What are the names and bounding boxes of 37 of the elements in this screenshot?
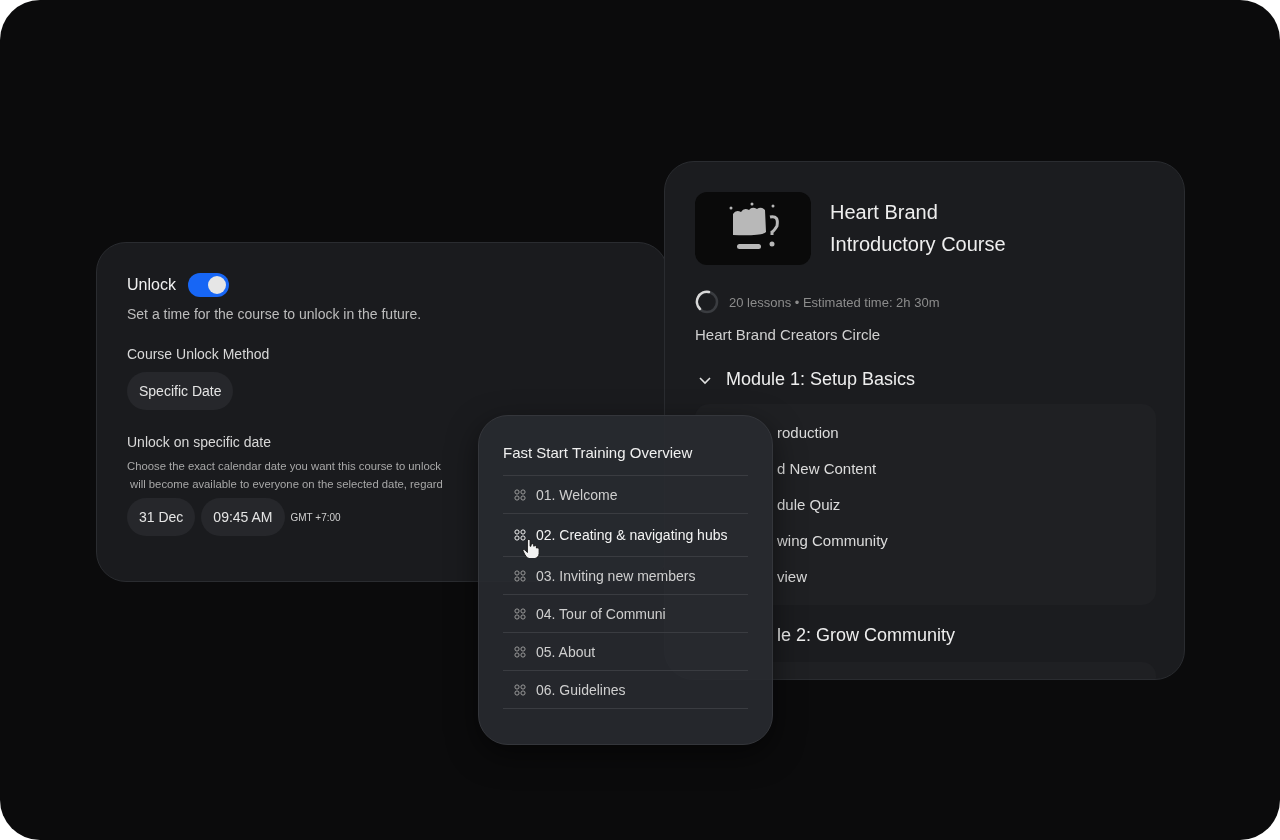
date-field[interactable]: 31 Dec xyxy=(127,498,196,536)
overview-title: Fast Start Training Overview xyxy=(503,444,748,476)
drag-handle-icon[interactable] xyxy=(514,488,526,501)
module-title[interactable]: Module 1: Setup Basics xyxy=(726,369,916,390)
lesson-row[interactable]: 06. Guidelines xyxy=(503,671,748,709)
course-title: Heart Brand xyxy=(830,201,939,224)
unlock-label: Unlock xyxy=(127,276,176,294)
help-text: will become available to everyone on the selected date, regard xyxy=(130,478,443,490)
timezone-label: GMT +7:00 xyxy=(290,511,341,523)
progress-ring-icon xyxy=(695,290,719,314)
method-dropdown[interactable]: Specific Date xyxy=(127,372,234,410)
lesson-item[interactable]: d New Content xyxy=(777,460,877,477)
unlock-toggle[interactable] xyxy=(187,273,229,297)
course-meta: 20 lessons • Estimated time: 2h 30m xyxy=(729,294,940,310)
lesson-item[interactable]: view xyxy=(777,568,807,585)
lesson-item[interactable]: wing Community xyxy=(777,532,888,549)
lesson-row[interactable]: 03. Inviting new members xyxy=(503,557,748,595)
module-title[interactable]: le 2: Grow Community xyxy=(777,625,956,646)
unlock-description: Set a time for the course to unlock in the future. xyxy=(127,306,423,322)
drag-handle-icon[interactable] xyxy=(514,569,526,582)
lesson-row[interactable]: 02. Creating & navigating hubs xyxy=(503,514,748,557)
lesson-row[interactable]: 01. Welcome xyxy=(503,476,748,514)
lesson-row[interactable]: 05. About xyxy=(503,633,748,671)
drag-handle-icon[interactable] xyxy=(514,683,526,696)
hand-cursor-icon xyxy=(522,538,540,558)
community-name: Heart Brand Creators Circle xyxy=(695,326,881,343)
drag-handle-icon[interactable] xyxy=(514,529,526,541)
lesson-item[interactable]: roduction xyxy=(777,424,839,441)
time-field[interactable]: 09:45 AM xyxy=(201,498,285,536)
method-label: Course Unlock Method xyxy=(127,346,270,362)
lesson-item[interactable]: dule Quiz xyxy=(777,496,841,513)
lesson-row[interactable]: 04. Tour of Communi xyxy=(503,595,748,633)
drag-handle-icon[interactable] xyxy=(514,607,526,620)
course-title: Introductory Course xyxy=(830,233,1006,256)
date-label: Unlock on specific date xyxy=(127,434,271,450)
drag-handle-icon[interactable] xyxy=(514,645,526,658)
help-text: Choose the exact calendar date you want this course to unlock xyxy=(127,460,441,472)
